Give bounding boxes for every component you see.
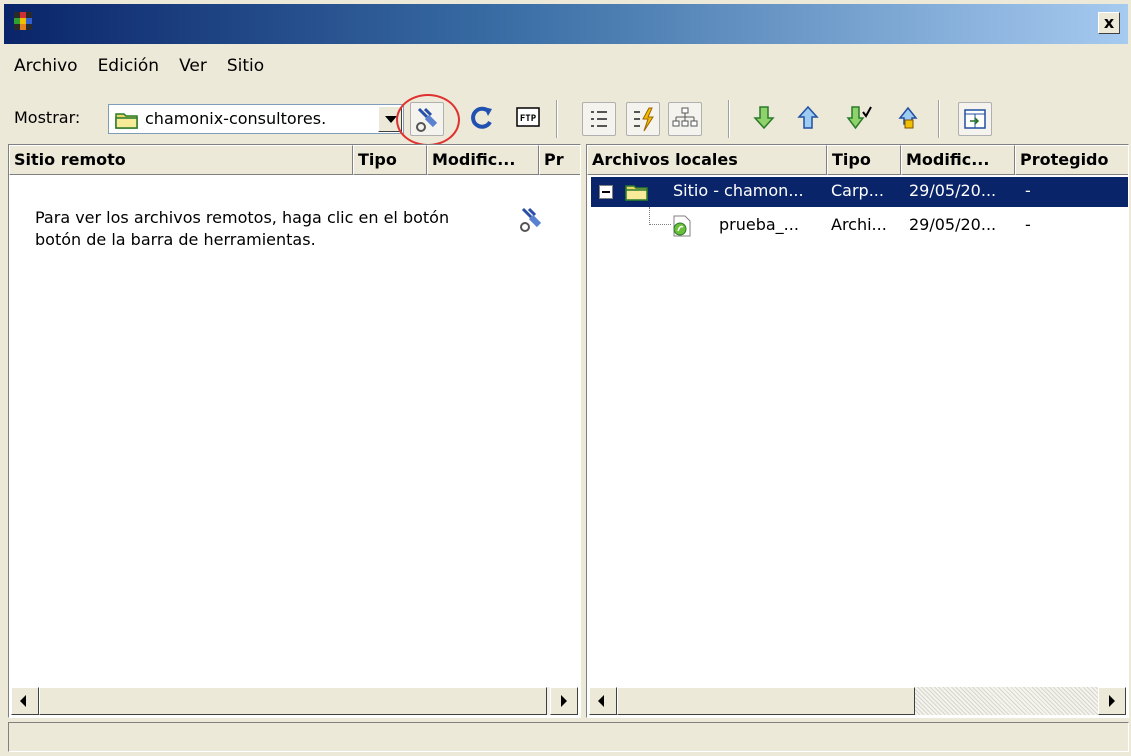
get-button[interactable] [748, 102, 782, 136]
col-remote-site[interactable]: Sitio remoto [9, 145, 353, 175]
col-type[interactable]: Tipo [353, 145, 427, 175]
collapse-toggle[interactable] [599, 185, 613, 199]
remote-message-line2: botón de la barra de herramientas. [35, 230, 316, 249]
check-out-button[interactable] [842, 102, 876, 136]
scroll-left-button[interactable] [11, 687, 39, 715]
checkout-icon [846, 106, 872, 130]
scroll-track[interactable] [915, 687, 1098, 715]
put-button[interactable] [792, 102, 826, 136]
svg-text:FTP: FTP [520, 114, 537, 124]
row-name: Sitio - chamon... [673, 181, 804, 200]
title-bar: x [4, 4, 1128, 44]
scroll-thumb[interactable] [617, 687, 915, 715]
site-dropdown-value: chamonix-consultores. [145, 109, 327, 128]
row-type: Carp... [831, 181, 884, 200]
menu-ver[interactable]: Ver [179, 56, 207, 84]
expand-icon [964, 109, 986, 129]
close-button[interactable]: x [1098, 12, 1120, 34]
col-modified[interactable]: Modific... [901, 145, 1015, 175]
row-type: Archi... [831, 215, 887, 234]
refresh-icon [471, 106, 492, 129]
toolbar-separator [938, 100, 940, 138]
toolbar-separator [728, 100, 730, 138]
local-hscrollbar[interactable] [589, 687, 1126, 715]
row-checked-out: - [1025, 181, 1031, 200]
up-arrow-icon [797, 105, 819, 129]
lightning-icon [634, 107, 654, 132]
list-view-icon [591, 111, 607, 127]
refresh-button[interactable] [466, 102, 500, 136]
site-files-button[interactable] [626, 102, 660, 136]
file-icon [673, 215, 691, 237]
remote-header: Sitio remoto Tipo Modific... Pr [9, 145, 580, 175]
local-panel: Archivos locales Tipo Modific... Protegi… [586, 144, 1129, 718]
connect-icon [520, 207, 542, 232]
view-details-button[interactable] [582, 102, 616, 136]
scroll-left-button[interactable] [589, 687, 617, 715]
sitemap-icon [672, 107, 698, 127]
remote-message-line1: Para ver los archivos remotos, haga clic… [35, 208, 450, 227]
remote-panel: Sitio remoto Tipo Modific... Pr Para ver… [8, 144, 581, 718]
row-modified: 29/05/20... [909, 215, 997, 234]
scroll-thumb[interactable] [39, 687, 547, 715]
remote-message: Para ver los archivos remotos, haga clic… [35, 207, 449, 251]
folder-icon [625, 185, 648, 201]
site-map-button[interactable] [668, 102, 702, 136]
col-modified[interactable]: Modific... [427, 145, 539, 175]
ftp-log-button[interactable]: FTP [512, 102, 546, 136]
remote-hscrollbar[interactable] [11, 687, 578, 715]
col-local-files[interactable]: Archivos locales [587, 145, 827, 175]
highlight-circle [396, 94, 460, 146]
folder-icon [115, 113, 138, 129]
expand-button[interactable] [958, 102, 992, 136]
menu-archivo[interactable]: Archivo [14, 56, 78, 84]
col-checked-out[interactable]: Pr [539, 145, 580, 175]
scroll-right-button[interactable] [550, 687, 578, 715]
toolbar-separator [556, 100, 558, 138]
checkin-icon [898, 106, 918, 129]
ftp-icon: FTP [516, 107, 540, 127]
row-checked-out: - [1025, 215, 1031, 234]
check-in-button[interactable] [892, 102, 926, 136]
col-type[interactable]: Tipo [827, 145, 901, 175]
table-row[interactable]: prueba_... Archi... 29/05/20... - [591, 211, 1128, 241]
down-arrow-icon [753, 106, 775, 130]
scroll-right-button[interactable] [1098, 687, 1126, 715]
table-row[interactable]: Sitio - chamon... Carp... 29/05/20... - [591, 177, 1128, 207]
local-header: Archivos locales Tipo Modific... Protegi… [587, 145, 1128, 175]
site-dropdown[interactable]: chamonix-consultores. [108, 104, 404, 134]
show-label: Mostrar: [14, 108, 81, 127]
menu-sitio[interactable]: Sitio [227, 56, 264, 84]
col-checked-out[interactable]: Protegido [1015, 145, 1128, 175]
status-bar [8, 722, 1129, 752]
app-icon [14, 12, 32, 30]
row-name: prueba_... [719, 215, 799, 234]
menu-edicion[interactable]: Edición [98, 56, 160, 84]
toolbar: Mostrar: chamonix-consultores. FTP [14, 94, 1124, 146]
row-modified: 29/05/20... [909, 181, 997, 200]
menu-bar: Archivo Edición Ver Sitio [14, 56, 264, 84]
